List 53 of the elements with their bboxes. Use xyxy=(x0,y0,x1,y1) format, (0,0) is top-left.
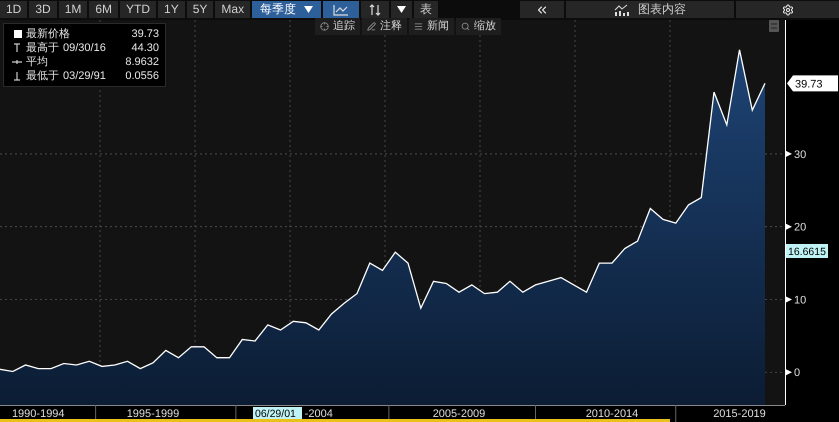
y-axis-label: 10 xyxy=(794,294,806,306)
crosshair-date-tag: 06/29/01 xyxy=(253,407,302,420)
x-axis-label: 2010-2014 xyxy=(586,408,638,420)
frequency-dropdown[interactable]: 每季度 xyxy=(252,1,322,18)
x-axis-label: 1990-1994 xyxy=(12,408,65,420)
range-tab[interactable]: 5Y xyxy=(186,1,214,18)
tool-button[interactable]: 注释 xyxy=(362,18,407,35)
y-axis-label: 20 xyxy=(794,222,806,234)
chart-contents-button[interactable]: 图表内容 xyxy=(566,1,734,18)
list-icon xyxy=(414,22,423,31)
legend-label: 最低于 xyxy=(26,69,59,83)
panel-toggle-icon xyxy=(769,20,779,32)
table-button[interactable]: 表 xyxy=(414,1,438,18)
legend-value: 8.9632 xyxy=(125,55,160,69)
legend-label: 平均 xyxy=(26,55,48,69)
legend-value: 44.30 xyxy=(131,41,160,55)
legend-date: 03/29/91 xyxy=(63,69,106,83)
legend-label: 最新价格 xyxy=(26,27,70,41)
x-axis-label: -2004 xyxy=(304,408,333,420)
range-tab[interactable]: 1M xyxy=(58,1,88,18)
caret-icon xyxy=(304,6,314,13)
legend-label: 最高于 xyxy=(26,41,59,55)
search-icon xyxy=(461,22,470,31)
arrows-icon xyxy=(369,4,382,16)
collapse-button[interactable] xyxy=(520,1,564,18)
y-axis-label: 30 xyxy=(794,148,806,161)
x-axis-label: 2005-2009 xyxy=(432,408,486,420)
range-tab[interactable]: 3D xyxy=(29,1,57,18)
legend-value: 0.0556 xyxy=(125,69,160,83)
range-tab[interactable]: 1Y xyxy=(158,1,185,18)
chart-type-button[interactable] xyxy=(323,1,360,18)
crosshair-value-tag: 16.6615 xyxy=(786,244,828,258)
tool-button[interactable]: 追踪 xyxy=(315,18,360,35)
adjust-button[interactable] xyxy=(361,1,390,18)
y-axis-label: 0 xyxy=(794,367,800,380)
settings-button[interactable] xyxy=(736,1,839,18)
range-tab[interactable]: 6M xyxy=(89,1,118,18)
range-tab[interactable]: Max xyxy=(215,1,250,18)
line-chart-icon xyxy=(333,4,350,16)
pencil-icon xyxy=(367,22,376,31)
range-tab[interactable]: 1D xyxy=(0,1,28,18)
x-axis-label: 1995-1999 xyxy=(126,408,180,420)
legend-date: 09/30/16 xyxy=(63,41,106,55)
tool-button[interactable]: 缩放 xyxy=(456,18,501,35)
tool-button[interactable]: 新闻 xyxy=(409,18,454,35)
caret-icon xyxy=(397,6,406,13)
options-dropdown[interactable] xyxy=(391,1,412,18)
x-axis-label: 2015-2019 xyxy=(713,408,766,420)
range-tab[interactable]: YTD xyxy=(120,1,156,18)
legend-value: 39.73 xyxy=(131,27,160,41)
settings-icon xyxy=(782,4,794,16)
chart-icon xyxy=(614,4,630,16)
crosshair-icon xyxy=(320,22,329,31)
